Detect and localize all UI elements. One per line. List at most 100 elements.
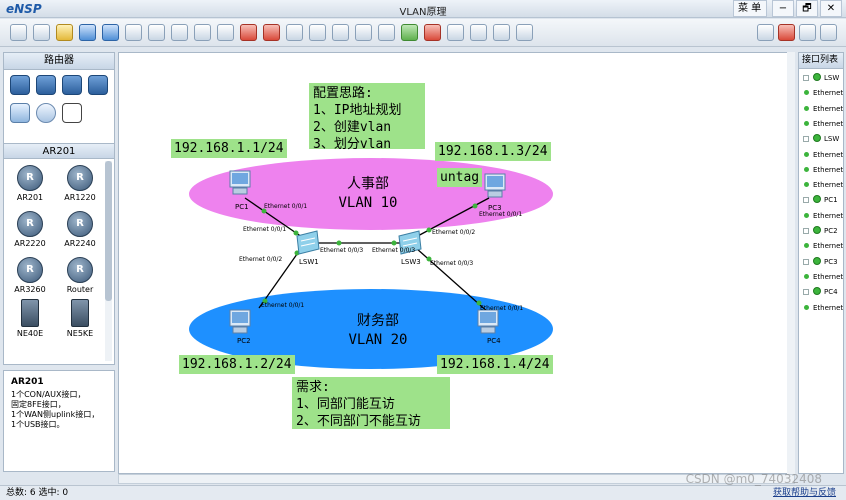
save-icon[interactable] xyxy=(79,24,96,41)
port-status-dot xyxy=(336,240,342,246)
device-ar2220[interactable]: R AR2220 xyxy=(8,211,52,248)
collapse-toggle-icon[interactable] xyxy=(803,289,809,296)
note-line: 1、IP地址规划 xyxy=(313,103,402,118)
interface-port-row[interactable]: Ethernet xyxy=(799,270,845,285)
undo-icon[interactable] xyxy=(148,24,165,41)
connection-category-icon[interactable] xyxy=(62,103,82,123)
huawei-icon[interactable] xyxy=(778,24,795,41)
interface-device-row[interactable]: LSW xyxy=(799,71,845,86)
interface-device-row[interactable]: LSW xyxy=(799,132,845,147)
redo-icon[interactable] xyxy=(171,24,188,41)
interface-row-label: LSW xyxy=(824,135,840,144)
pc4-icon[interactable] xyxy=(477,309,499,334)
interface-port-row[interactable]: Ethernet xyxy=(799,209,845,224)
menu-button[interactable]: 菜 单▾ xyxy=(733,0,767,29)
pc2-icon[interactable] xyxy=(229,309,251,334)
text-icon[interactable] xyxy=(286,24,303,41)
pc1-icon[interactable] xyxy=(229,170,251,195)
device-ne5ke[interactable]: NE5KE xyxy=(58,299,102,338)
interface-row-label: Ethernet xyxy=(813,181,844,190)
interface-device-row[interactable]: PC3 xyxy=(799,255,845,270)
lsw1-icon[interactable] xyxy=(296,230,320,255)
hand-icon[interactable] xyxy=(217,24,234,41)
interface-device-row[interactable]: PC2 xyxy=(799,224,845,239)
collapse-toggle-icon[interactable] xyxy=(803,228,809,234)
router-category-icon[interactable] xyxy=(10,75,30,95)
port-status-icon xyxy=(804,304,809,310)
pc3-icon[interactable] xyxy=(484,173,506,198)
interface-port-row[interactable]: Ethernet xyxy=(799,102,845,117)
interface-port-row[interactable]: Ethernet xyxy=(799,239,845,254)
requirements-note[interactable]: 需求: 1、同部门能互访 2、不同部门不能互访 xyxy=(292,377,450,429)
palette-icon[interactable] xyxy=(309,24,326,41)
minimize-button[interactable]: − xyxy=(772,0,794,17)
palette-scroll-thumb[interactable] xyxy=(105,161,112,301)
interface-port-row[interactable]: Ethernet xyxy=(799,148,845,163)
save-as-icon[interactable] xyxy=(102,24,119,41)
firewall-category-icon[interactable] xyxy=(88,75,108,95)
ip-label-pc1[interactable]: 192.168.1.1/24 xyxy=(171,139,287,158)
router-icon: R xyxy=(67,165,93,191)
device-status-icon xyxy=(813,134,821,143)
delete-connection-icon[interactable] xyxy=(263,24,280,41)
canvas-vertical-scrollbar[interactable] xyxy=(787,52,795,474)
device-ne40e[interactable]: NE40E xyxy=(8,299,52,338)
device-router[interactable]: R Router xyxy=(58,257,102,294)
cloud-category-icon[interactable] xyxy=(36,103,56,123)
device-ar201[interactable]: R AR201 xyxy=(8,165,52,202)
help-icon[interactable] xyxy=(820,24,837,41)
port-status-icon xyxy=(804,243,809,249)
ip-label-pc2[interactable]: 192.168.1.2/24 xyxy=(179,355,295,374)
zoom-out-icon[interactable] xyxy=(355,24,372,41)
palette-scrollbar[interactable] xyxy=(105,161,112,361)
settings-icon[interactable] xyxy=(470,24,487,41)
device-ar2240[interactable]: R AR2240 xyxy=(58,211,102,248)
collapse-toggle-icon[interactable] xyxy=(803,75,809,81)
config-idea-note[interactable]: 配置思路: 1、IP地址规划 2、创建vlan 3、划分vlan xyxy=(309,83,425,152)
wlan-category-icon[interactable] xyxy=(62,75,82,95)
interface-device-row[interactable]: PC1 xyxy=(799,193,845,208)
interface-port-row[interactable]: Ethernet xyxy=(799,163,845,178)
interface-port-row[interactable]: Ethernet xyxy=(799,301,845,316)
untag-label[interactable]: untag xyxy=(437,168,483,187)
port-status-icon xyxy=(804,212,809,218)
stop-device-icon[interactable] xyxy=(424,24,441,41)
port-label: Ethernet 0/0/3 xyxy=(372,247,416,254)
chat-icon[interactable] xyxy=(757,24,774,41)
device-ar3260[interactable]: R AR3260 xyxy=(8,257,52,294)
capture-icon[interactable] xyxy=(447,24,464,41)
interface-port-row[interactable]: Ethernet xyxy=(799,178,845,193)
options-icon[interactable] xyxy=(799,24,816,41)
close-button[interactable]: ✕ xyxy=(820,0,842,17)
collapse-toggle-icon[interactable] xyxy=(803,197,809,204)
new-example-icon[interactable] xyxy=(33,24,50,41)
restore-button[interactable]: 🗗 xyxy=(796,0,818,17)
select-icon[interactable] xyxy=(194,24,211,41)
port-status-icon xyxy=(804,151,809,157)
collapse-toggle-icon[interactable] xyxy=(803,258,809,265)
interface-port-row[interactable]: Ethernet xyxy=(799,86,845,101)
reset-zoom-icon[interactable] xyxy=(378,24,395,41)
print-icon[interactable] xyxy=(125,24,142,41)
interface-device-row[interactable]: PC4 xyxy=(799,285,845,300)
ip-label-pc3[interactable]: 192.168.1.3/24 xyxy=(435,142,551,161)
switch-category-icon[interactable] xyxy=(36,75,56,95)
device-ar1220[interactable]: R AR1220 xyxy=(58,165,102,202)
zoom-in-icon[interactable] xyxy=(332,24,349,41)
router-icon: R xyxy=(17,211,43,237)
open-icon[interactable] xyxy=(56,24,73,41)
terminal-icon[interactable] xyxy=(516,24,533,41)
delete-icon[interactable] xyxy=(240,24,257,41)
interface-port-row[interactable]: Ethernet xyxy=(799,117,845,132)
start-device-icon[interactable] xyxy=(401,24,418,41)
pc-category-icon[interactable] xyxy=(10,103,30,123)
interface-row-label: Ethernet xyxy=(813,211,844,220)
ip-label-pc4[interactable]: 192.168.1.4/24 xyxy=(437,355,553,374)
feedback-link[interactable]: 获取帮助与反馈 xyxy=(773,486,836,500)
new-icon[interactable] xyxy=(10,24,27,41)
port-label: Ethernet 0/0/1 xyxy=(479,211,523,218)
collapse-toggle-icon[interactable] xyxy=(803,136,809,143)
port-label: Ethernet 0/0/3 xyxy=(320,247,364,254)
display-grid-icon[interactable] xyxy=(493,24,510,41)
topology-canvas[interactable]: 配置思路: 1、IP地址规划 2、创建vlan 3、划分vlan 192.168… xyxy=(118,52,795,474)
